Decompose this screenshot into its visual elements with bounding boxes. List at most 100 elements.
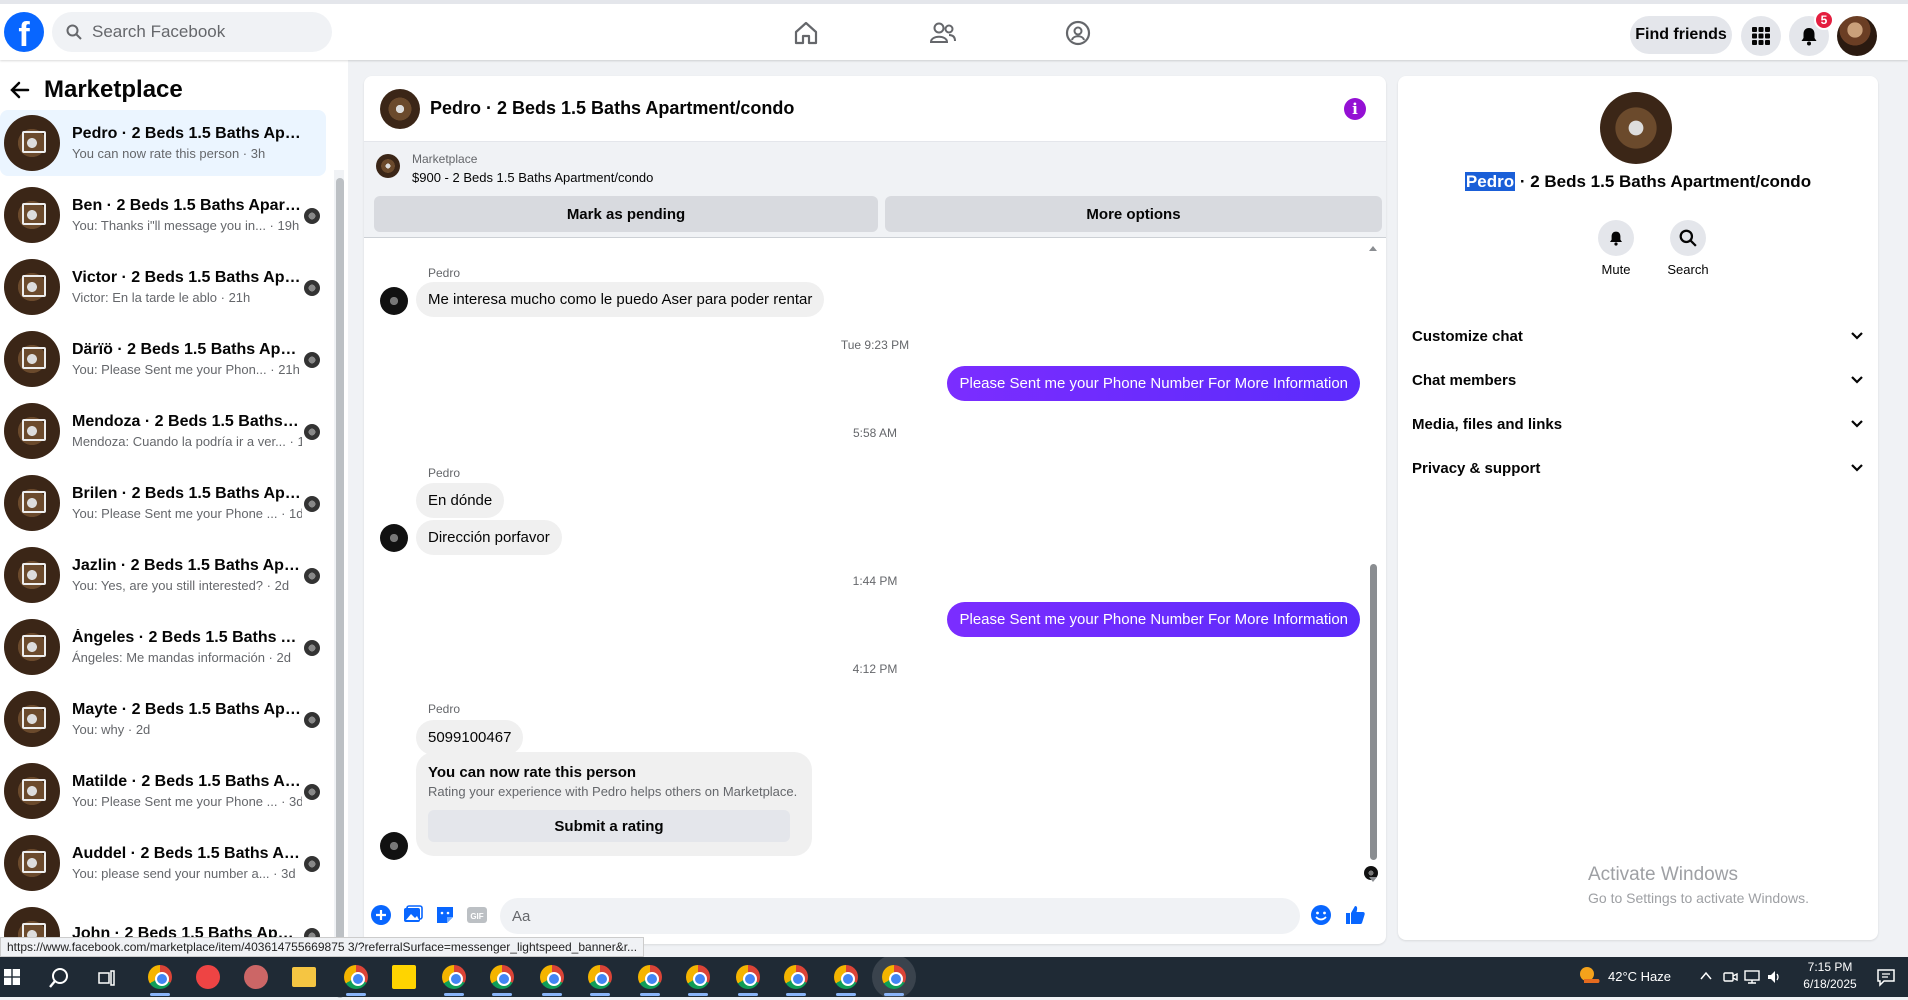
find-friends-button[interactable]: Find friends [1630,16,1732,54]
chrome-app-icon[interactable] [588,965,612,989]
info-icon[interactable]: i [1344,98,1366,120]
conversation-name: Jazlin · 2 Beds 1.5 Baths Apartm... [72,557,302,574]
conversation-item[interactable]: Därïö · 2 Beds 1.5 Baths Apart... You: Pl… [0,326,326,392]
chrome-app-icon[interactable] [834,965,858,989]
listing-banner: Marketplace $900 - 2 Beds 1.5 Baths Apar… [364,142,1386,238]
details-menu-item[interactable]: Privacy & support [1412,448,1864,488]
search-box[interactable]: Search Facebook [52,12,332,52]
home-icon[interactable] [791,18,821,48]
conversation-item[interactable]: Ángeles · 2 Beds 1.5 Baths Apart... Ángel… [0,614,326,680]
mute-button[interactable]: Mute [1586,220,1646,277]
conversation-item[interactable]: Mayte · 2 Beds 1.5 Baths Apar... You: why… [0,686,326,752]
profile-avatar[interactable] [1837,16,1877,56]
search-label: Search [1667,262,1709,277]
sidebar-scrollbar-thumb[interactable] [336,178,344,998]
emoji-icon[interactable] [1310,904,1332,926]
notification-badge: 5 [1814,10,1834,30]
conversation-item[interactable]: Ben · 2 Beds 1.5 Baths Apartm... You: Tha… [0,182,326,248]
running-app-indicator [444,993,464,996]
windows-start-icon[interactable] [4,969,20,985]
outgoing-message[interactable]: Please Sent me your Phone Number For Mor… [947,366,1360,401]
mark-as-pending-button[interactable]: Mark as pending [374,196,878,232]
search-input[interactable]: Search Facebook [92,22,225,42]
conversation-preview: You: why · 2d [72,722,151,737]
more-options-button[interactable]: More options [885,196,1382,232]
weather-icon[interactable] [1578,965,1602,987]
running-app-indicator [640,993,660,996]
sender-avatar[interactable] [380,287,408,315]
chrome-app-icon[interactable] [148,965,172,989]
volume-icon[interactable] [1766,969,1782,985]
sticker-icon[interactable] [434,904,456,926]
plus-circle-icon[interactable] [370,904,392,926]
meet-now-icon[interactable] [1722,969,1738,985]
file-explorer-icon[interactable] [292,967,316,987]
running-app-indicator [542,993,562,996]
conversation-name: Victor · 2 Beds 1.5 Baths Apartm... [72,269,302,286]
listing-price[interactable]: $900 - 2 Beds 1.5 Baths Apartment/condo [412,170,653,185]
incoming-message[interactable]: En dónde [416,483,505,518]
chrome-app-icon[interactable] [490,965,514,989]
conversation-item[interactable]: Auddel · 2 Beds 1.5 Baths Apa... You: ple… [0,830,326,896]
chrome-app-icon[interactable] [686,965,710,989]
facebook-logo-icon[interactable]: f [4,12,44,52]
sender-avatar[interactable] [380,524,408,552]
task-view-icon[interactable] [98,969,116,987]
rating-subtitle: Rating your experience with Pedro helps … [428,784,798,799]
conversation-text: Victor · 2 Beds 1.5 Baths Apartm... Victo… [72,269,302,305]
outgoing-message[interactable]: Please Sent me your Phone Number For Mor… [947,602,1360,637]
app-icon[interactable] [196,965,220,989]
chrome-app-icon[interactable] [882,965,906,989]
notification-center-icon[interactable] [1876,967,1896,987]
sender-avatar[interactable] [380,832,408,860]
app-icon[interactable] [244,965,268,989]
details-avatar[interactable] [1600,92,1672,164]
chrome-app-icon[interactable] [638,965,662,989]
scroll-up-arrow-icon[interactable] [1368,244,1378,252]
gif-icon[interactable]: GIF [466,904,488,926]
search-conversation-button[interactable]: Search [1658,220,1718,277]
listing-thumbnail[interactable] [376,154,400,178]
incoming-message[interactable]: Dirección porfavor [416,520,562,555]
scroll-down-arrow-icon[interactable] [1368,876,1378,884]
conversation-item[interactable]: Jazlin · 2 Beds 1.5 Baths Apartm... You: … [0,542,326,608]
timestamp: 1:44 PM [852,574,898,588]
conversation-item[interactable]: Matilde · 2 Beds 1.5 Baths Apa... You: Pl… [0,758,326,824]
chrome-app-icon[interactable] [344,965,368,989]
weather-text[interactable]: 42°C Haze [1608,969,1671,984]
friends-icon[interactable] [928,18,958,48]
chrome-app-icon[interactable] [442,965,466,989]
chrome-app-icon[interactable] [784,965,808,989]
message-input[interactable]: Aa [500,898,1300,934]
chat-avatar[interactable] [380,88,420,129]
menu-grid-icon[interactable] [1741,16,1781,56]
network-icon[interactable] [1744,969,1760,985]
back-arrow-icon[interactable] [10,80,30,100]
tray-chevron-up-icon[interactable] [1700,971,1712,981]
conversation-name: Mendoza · 2 Beds 1.5 Baths Apa... [72,413,302,430]
chrome-app-icon[interactable] [736,965,760,989]
groups-icon[interactable] [1063,18,1093,48]
conversation-item[interactable]: Victor · 2 Beds 1.5 Baths Apartm... Victo… [0,254,326,320]
conversation-name: Brilen · 2 Beds 1.5 Baths Apart... [72,485,302,502]
details-menu-item[interactable]: Customize chat [1412,316,1864,356]
photo-icon[interactable] [402,904,424,926]
conversation-item[interactable]: Brilen · 2 Beds 1.5 Baths Apart... You: P… [0,470,326,536]
chat-title[interactable]: Pedro · 2 Beds 1.5 Baths Apartment/condo [430,98,794,119]
conversation-item[interactable]: Pedro · 2 Beds 1.5 Baths Apartm... You ca… [0,110,326,176]
submit-rating-button[interactable]: Submit a rating [428,810,790,842]
details-title: Pedro · 2 Beds 1.5 Baths Apartment/condo [1398,172,1878,192]
taskbar-date[interactable]: 6/18/2025 [1790,977,1870,991]
details-menu-label: Customize chat [1412,327,1523,345]
details-menu-item[interactable]: Media, files and links [1412,404,1864,444]
chat-scrollbar-thumb[interactable] [1370,564,1377,860]
incoming-message[interactable]: Me interesa mucho como le puedo Aser par… [416,282,825,317]
sticky-notes-icon[interactable] [392,965,416,989]
thumbs-up-icon[interactable] [1344,904,1366,926]
chrome-app-icon[interactable] [540,965,564,989]
taskbar-search-icon[interactable] [48,967,70,989]
details-menu-item[interactable]: Chat members [1412,360,1864,400]
incoming-message[interactable]: 5099100467 [416,720,524,755]
conversation-item[interactable]: Mendoza · 2 Beds 1.5 Baths Apa... Mendoza… [0,398,326,464]
taskbar-time[interactable]: 7:15 PM [1790,960,1870,974]
